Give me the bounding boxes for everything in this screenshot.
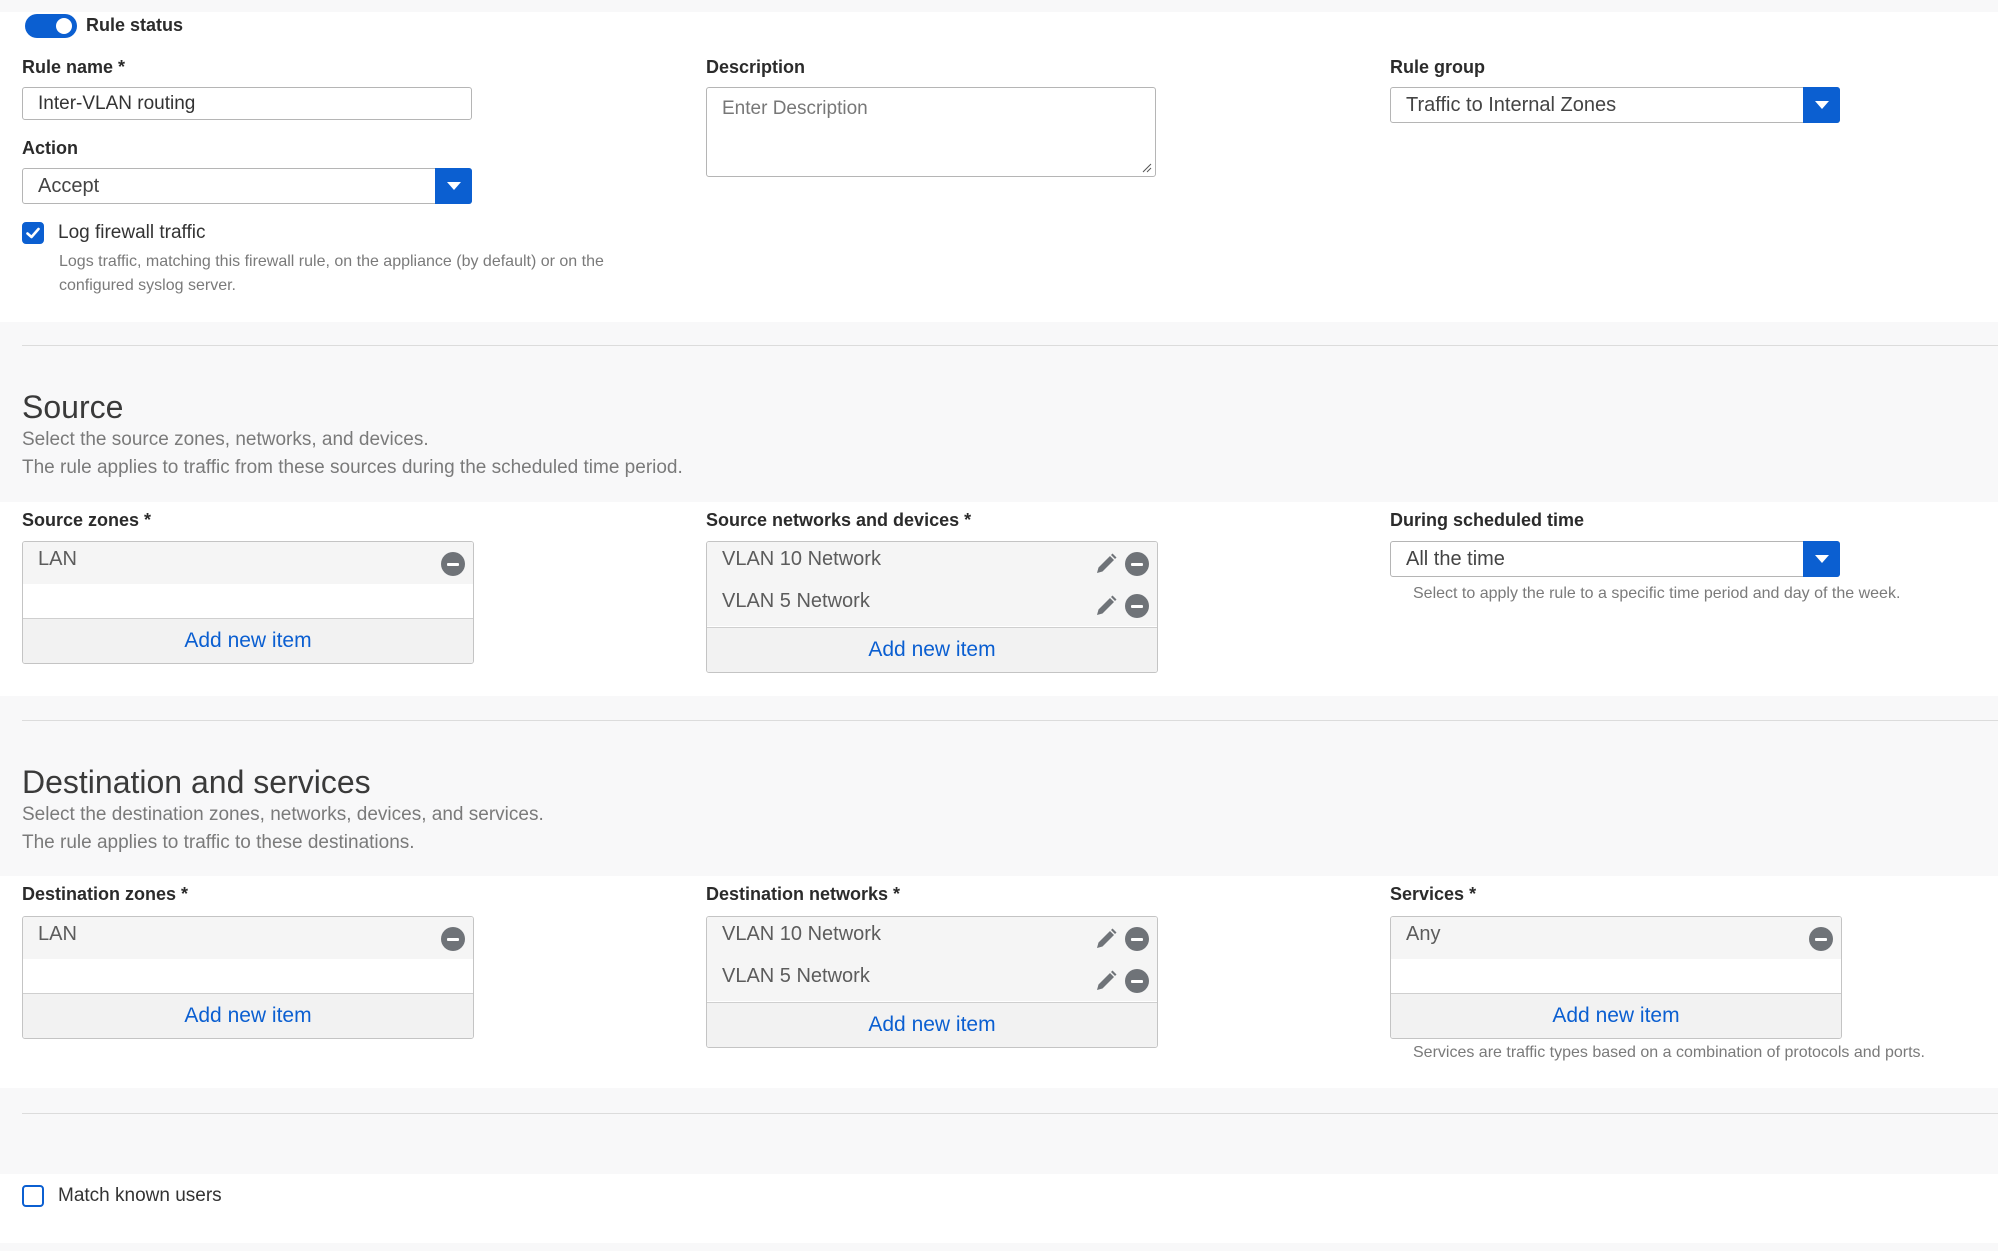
list-item: VLAN 10 Network — [707, 917, 1157, 959]
edit-pencil-icon[interactable] — [1094, 927, 1118, 951]
rule-name-input[interactable]: Inter-VLAN routing — [22, 87, 472, 120]
rule-group-dropdown-button[interactable] — [1803, 87, 1840, 123]
edit-pencil-icon[interactable] — [1094, 594, 1118, 618]
section-divider — [22, 1113, 1998, 1114]
toggle-knob — [56, 18, 72, 34]
list-item: VLAN 5 Network — [707, 584, 1157, 626]
chevron-down-icon — [1814, 101, 1829, 109]
schedule-dropdown-button[interactable] — [1803, 541, 1840, 577]
source-description: Select the source zones, networks, and d… — [22, 426, 683, 482]
destination-title: Destination and services — [22, 764, 371, 800]
add-new-item-button[interactable]: Add new item — [23, 618, 473, 663]
list-item: VLAN 10 Network — [707, 542, 1157, 584]
source-zones-label: Source zones * — [22, 510, 152, 530]
service-0: Any — [1406, 923, 1441, 945]
destination-network-1: VLAN 5 Network — [722, 965, 870, 987]
destination-networks-list: VLAN 10 Network VLAN 5 Network Add new i… — [706, 916, 1158, 1048]
chevron-down-icon — [1814, 555, 1829, 563]
remove-icon[interactable] — [1125, 594, 1149, 618]
destination-zone-0: LAN — [38, 923, 77, 945]
destination-network-0: VLAN 10 Network — [722, 923, 881, 945]
description-label: Description — [706, 57, 806, 77]
services-help: Services are traffic types based on a co… — [1413, 1044, 1925, 1061]
destination-desc-line2: The rule applies to traffic to these des… — [22, 832, 415, 853]
destination-desc-line1: Select the destination zones, networks, … — [22, 804, 544, 825]
rule-group-label: Rule group — [1390, 57, 1485, 77]
log-help-line2: configured syslog server. — [59, 277, 236, 294]
remove-icon[interactable] — [1809, 927, 1833, 951]
source-zone-0: LAN — [38, 548, 77, 570]
list-item: Any — [1391, 917, 1841, 959]
remove-icon[interactable] — [441, 927, 465, 951]
source-networks-label: Source networks and devices * — [706, 510, 972, 530]
rule-status-label: Rule status — [86, 15, 184, 35]
log-traffic-help: Logs traffic, matching this firewall rul… — [59, 250, 604, 298]
match-known-users-checkbox[interactable] — [22, 1185, 44, 1207]
description-textarea[interactable]: Enter Description — [706, 87, 1156, 177]
schedule-value: All the time — [1406, 547, 1505, 570]
rule-group-value: Traffic to Internal Zones — [1406, 93, 1617, 116]
destination-zones-label: Destination zones * — [22, 884, 189, 904]
remove-icon[interactable] — [441, 552, 465, 576]
remove-icon[interactable] — [1125, 969, 1149, 993]
destination-networks-label: Destination networks * — [706, 884, 901, 904]
edit-pencil-icon[interactable] — [1094, 552, 1118, 576]
services-label: Services * — [1390, 884, 1477, 904]
edit-pencil-icon[interactable] — [1094, 969, 1118, 993]
destination-description: Select the destination zones, networks, … — [22, 801, 544, 857]
match-known-users-label: Match known users — [58, 1185, 222, 1206]
source-title: Source — [22, 389, 124, 425]
remove-icon[interactable] — [1125, 927, 1149, 951]
rule-status-toggle[interactable] — [25, 14, 77, 38]
list-item: VLAN 5 Network — [707, 959, 1157, 1001]
source-network-1: VLAN 5 Network — [722, 590, 870, 612]
action-dropdown-button[interactable] — [435, 168, 472, 204]
log-help-line1: Logs traffic, matching this firewall rul… — [59, 253, 604, 270]
list-spacer — [23, 584, 473, 618]
source-networks-list: VLAN 10 Network VLAN 5 Network Add new i… — [706, 541, 1158, 673]
log-traffic-checkbox[interactable] — [22, 222, 44, 244]
resize-grip-icon[interactable] — [1142, 163, 1152, 173]
services-list: Any Add new item — [1390, 916, 1842, 1039]
action-label: Action — [22, 138, 78, 158]
add-new-item-button[interactable]: Add new item — [1391, 993, 1841, 1038]
source-desc-line2: The rule applies to traffic from these s… — [22, 457, 683, 478]
remove-icon[interactable] — [1125, 552, 1149, 576]
chevron-down-icon — [446, 182, 461, 190]
action-select[interactable]: Accept — [22, 168, 472, 204]
rule-name-label: Rule name * — [22, 57, 126, 77]
rule-name-value: Inter-VLAN routing — [38, 92, 196, 114]
list-item: LAN — [23, 542, 473, 584]
source-zones-list: LAN Add new item — [22, 541, 474, 664]
list-item: LAN — [23, 917, 473, 959]
list-spacer — [1391, 959, 1841, 993]
add-new-item-button[interactable]: Add new item — [23, 993, 473, 1038]
destination-zones-list: LAN Add new item — [22, 916, 474, 1039]
action-value: Accept — [38, 174, 100, 197]
checkmark-icon — [26, 227, 40, 239]
add-new-item-button[interactable]: Add new item — [707, 627, 1157, 672]
list-spacer — [23, 959, 473, 993]
log-traffic-label: Log firewall traffic — [58, 222, 206, 243]
section-divider — [22, 720, 1998, 721]
schedule-select[interactable]: All the time — [1390, 541, 1840, 577]
rule-group-select[interactable]: Traffic to Internal Zones — [1390, 87, 1840, 123]
add-new-item-button[interactable]: Add new item — [707, 1002, 1157, 1047]
users-panel — [0, 1174, 1998, 1243]
description-placeholder: Enter Description — [722, 98, 868, 119]
section-divider — [22, 345, 1998, 346]
source-desc-line1: Select the source zones, networks, and d… — [22, 429, 429, 450]
schedule-help: Select to apply the rule to a specific t… — [1413, 585, 1901, 602]
schedule-label: During scheduled time — [1390, 510, 1585, 530]
source-network-0: VLAN 10 Network — [722, 548, 881, 570]
